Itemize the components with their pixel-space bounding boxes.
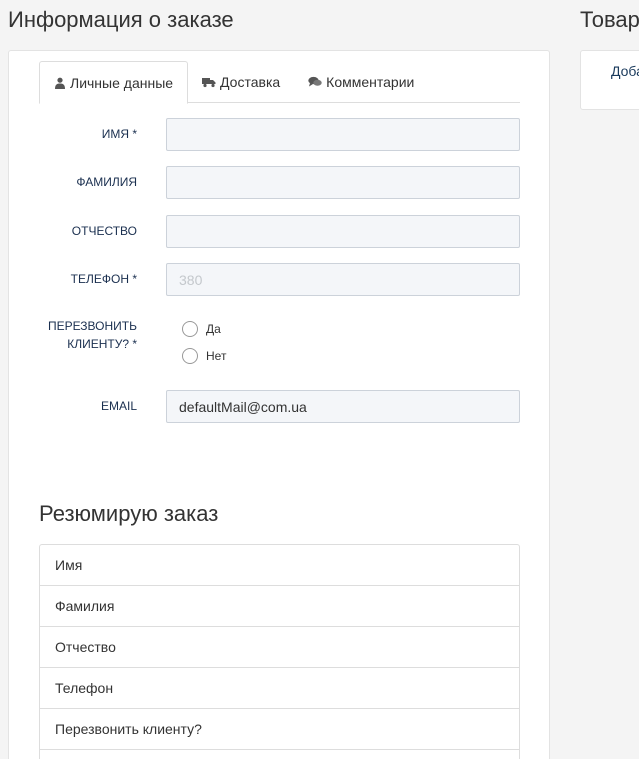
tab-label: Личные данные [70, 74, 174, 91]
middle-name-label: ОТЧЕСТВО [71, 224, 137, 238]
summary-row-last-name: Фамилия [40, 586, 519, 627]
radio-circle[interactable] [182, 321, 198, 337]
summary-title: Резюмирую заказ [39, 501, 219, 526]
tab-label: Комментарии [326, 74, 415, 90]
summary-row-first-name: Имя [40, 545, 519, 586]
order-info-card: Личные данные Доставка Комментарии ИМЯ *… [8, 50, 550, 759]
email-label: EMAIL [100, 399, 137, 413]
summary-row-middle-name: Отчество [40, 627, 519, 668]
summary-list: Имя Фамилия Отчество Телефон Перезвонить… [39, 544, 520, 759]
tab-label: Доставка [220, 74, 281, 90]
callback-label-line1: ПЕРЕЗВОНИТЬ [47, 319, 137, 333]
callback-label-line2: КЛИЕНТУ? * [67, 337, 137, 351]
page-title: Информация о заказе [8, 7, 234, 32]
radio-label: Нет [206, 349, 227, 363]
summary-row-extra [40, 750, 519, 759]
email-input[interactable] [166, 390, 520, 423]
tab-personal-data[interactable]: Личные данные [39, 61, 189, 104]
tab-bar: Личные данные Доставка Комментарии [39, 61, 520, 104]
first-name-input[interactable] [166, 118, 520, 151]
middle-name-input[interactable] [166, 215, 520, 248]
radio-label: Да [206, 322, 221, 336]
comments-icon [308, 76, 322, 87]
user-icon [55, 77, 65, 89]
last-name-label: ФАМИЛИЯ [76, 175, 137, 189]
first-name-label: ИМЯ * [101, 127, 137, 141]
phone-input[interactable] [166, 263, 520, 296]
summary-row-callback: Перезвонить клиенту? [40, 709, 519, 750]
side-panel: Доба [580, 50, 639, 110]
callback-yes-radio[interactable]: Да [182, 321, 221, 337]
last-name-input[interactable] [166, 166, 520, 199]
side-panel-text[interactable]: Доба [611, 63, 639, 79]
truck-icon [202, 78, 216, 88]
radio-circle[interactable] [182, 348, 198, 364]
tab-comments[interactable]: Комментарии [294, 61, 428, 103]
summary-row-phone: Телефон [40, 668, 519, 709]
callback-no-radio[interactable]: Нет [182, 348, 226, 364]
phone-label: ТЕЛЕФОН * [70, 272, 137, 286]
side-panel-title: Товар [580, 7, 639, 32]
tab-delivery[interactable]: Доставка [188, 61, 294, 103]
